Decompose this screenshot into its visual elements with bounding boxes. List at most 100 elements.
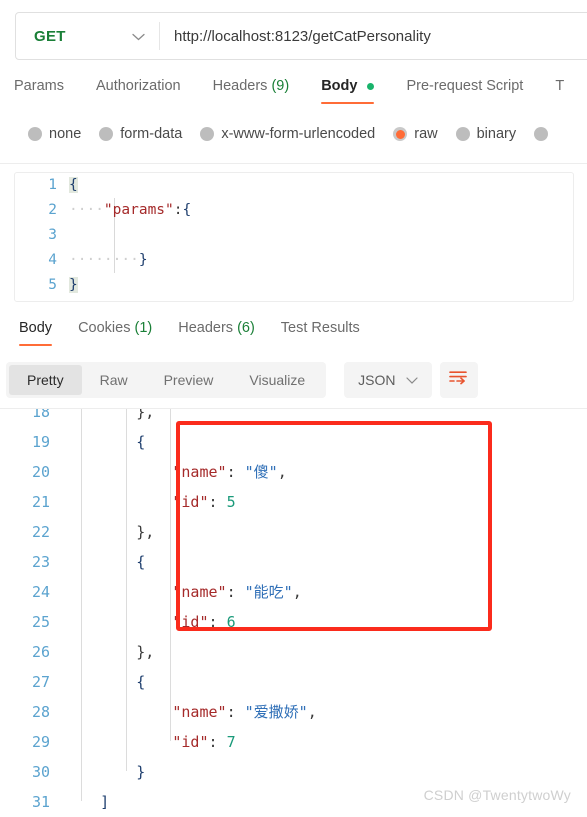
response-code-line-text: {: [64, 432, 146, 451]
method-label: GET: [34, 27, 66, 45]
divider: [0, 163, 587, 164]
view-mode-visualize[interactable]: Visualize: [231, 365, 323, 395]
response-tab-body[interactable]: Body: [6, 318, 65, 346]
response-tabs: Body Cookies (1) Headers (6) Test Result…: [6, 318, 373, 346]
postman-window: GET Params Authorization Headers (9) Bod…: [0, 0, 587, 817]
response-tab-body-label: Body: [19, 320, 53, 336]
body-type-binary-label: binary: [476, 126, 517, 142]
request-code-line-text: {: [69, 177, 78, 193]
response-tab-test-results[interactable]: Test Results: [268, 318, 373, 346]
body-type-raw[interactable]: raw: [393, 126, 438, 142]
request-code-line-number: 1: [48, 177, 57, 193]
response-language-selector[interactable]: JSON: [344, 362, 432, 398]
body-type-radio-group: none form-data x-www-form-urlencoded raw…: [28, 126, 549, 142]
response-tab-cookies-label: Cookies: [78, 320, 131, 336]
request-body-editor[interactable]: 1{2 ····"params":{3 4 ········} 5}: [14, 172, 574, 302]
radio-icon: [28, 127, 42, 141]
view-mode-raw[interactable]: Raw: [82, 365, 146, 395]
response-code-line-number: 30: [31, 762, 50, 781]
response-code-line-text: "name": "能吃",: [172, 582, 302, 601]
tab-headers[interactable]: Headers (9): [197, 76, 306, 104]
response-code-line-number: 29: [31, 732, 50, 751]
body-type-urlencoded-label: x-www-form-urlencoded: [221, 126, 376, 142]
response-toolbar: Pretty Raw Preview Visualize JSON: [6, 362, 478, 398]
response-code-line-number: 23: [31, 552, 50, 571]
response-body-viewer[interactable]: 18 }, 19 {20 "name": "傻", 21 "id": 5 22 }, 2…: [0, 409, 587, 817]
response-code-line-number: 31: [31, 792, 50, 811]
request-code-row: 2 ····"params":{: [15, 198, 573, 223]
body-type-raw-label: raw: [414, 126, 438, 142]
body-type-form-data[interactable]: form-data: [99, 126, 182, 142]
response-tab-headers-count: (6): [237, 320, 255, 336]
watermark: CSDN @TwentytwoWy: [423, 787, 571, 803]
radio-icon: [99, 127, 114, 141]
url-bar: GET: [15, 12, 587, 60]
request-code-row: 5}: [15, 273, 573, 298]
response-code-line-text: {: [64, 672, 146, 691]
response-code-row: 27 {: [0, 667, 587, 697]
response-code-line-number: 26: [31, 642, 50, 661]
response-code-line-text: "name": "傻",: [172, 462, 287, 481]
response-code-row: 25 "id": 6: [0, 607, 587, 637]
method-selector[interactable]: GET: [16, 13, 159, 59]
response-code-line-number: 20: [31, 462, 50, 481]
view-mode-pretty[interactable]: Pretty: [9, 365, 82, 395]
request-code-row: 1{: [15, 173, 573, 198]
tab-headers-count: (9): [271, 78, 290, 94]
response-code-row: 30 }: [0, 757, 587, 787]
body-modified-dot-icon: [367, 82, 375, 90]
view-mode-preview[interactable]: Preview: [146, 365, 232, 395]
request-code-row: 3: [15, 223, 573, 248]
response-code-line-text: }: [64, 762, 146, 781]
response-code-line-text: "id": 7: [172, 732, 236, 751]
request-code-line-number: 5: [48, 277, 57, 293]
request-tabs: Params Authorization Headers (9) Body Pr…: [14, 76, 580, 104]
response-code-line-text: },: [64, 522, 155, 541]
url-input[interactable]: [160, 26, 587, 46]
tab-body[interactable]: Body: [305, 76, 390, 104]
body-type-graphql[interactable]: [534, 127, 549, 141]
tab-pre-request-script[interactable]: Pre-request Script: [390, 76, 539, 104]
response-code-line-number: 28: [31, 702, 50, 721]
request-code-line-number: 3: [48, 227, 57, 243]
request-code-line-text: ····"params":{: [69, 202, 192, 218]
response-code-row: 23 {: [0, 547, 587, 577]
response-code-row: 24 "name": "能吃",: [0, 577, 587, 607]
request-code-line-text: ········}: [69, 252, 148, 268]
response-code-line-number: 24: [31, 582, 50, 601]
response-code-row: 18 },: [0, 409, 587, 427]
request-code-lines: 1{2 ····"params":{3 4 ········} 5}: [15, 173, 573, 298]
response-code-row: 28 "name": "爱撒娇",: [0, 697, 587, 727]
tab-body-label: Body: [321, 78, 358, 94]
response-code-lines: 18 }, 19 {20 "name": "傻", 21 "id": 5 22 }, 2…: [0, 409, 587, 817]
body-type-binary[interactable]: binary: [455, 126, 517, 142]
response-tab-headers[interactable]: Headers (6): [165, 318, 268, 346]
response-tab-cookies-count: (1): [134, 320, 153, 336]
word-wrap-toggle-button[interactable]: [439, 362, 478, 398]
response-code-row: 26 },: [0, 637, 587, 667]
response-code-line-number: 19: [31, 432, 50, 451]
tab-params-label: Params: [14, 78, 64, 94]
radio-icon: [534, 127, 549, 141]
request-code-row: 4 ········}: [15, 248, 573, 273]
tab-params[interactable]: Params: [14, 76, 80, 104]
response-code-line-text: "name": "爱撒娇",: [172, 702, 317, 721]
response-code-line-text: "id": 5: [172, 492, 236, 511]
response-code-row: 22 },: [0, 517, 587, 547]
response-code-line-number: 18: [31, 409, 50, 421]
tab-authorization[interactable]: Authorization: [80, 76, 197, 104]
body-type-urlencoded[interactable]: x-www-form-urlencoded: [200, 126, 375, 142]
response-code-line-number: 27: [31, 672, 50, 691]
response-language-label: JSON: [358, 372, 396, 388]
tab-tests[interactable]: T: [539, 76, 580, 104]
body-type-form-data-label: form-data: [120, 126, 183, 142]
tab-pre-request-script-label: Pre-request Script: [406, 78, 524, 94]
body-type-none[interactable]: none: [28, 126, 81, 142]
response-code-line-text: "id": 6: [172, 612, 236, 631]
response-code-line-number: 25: [31, 612, 50, 631]
response-view-mode-group: Pretty Raw Preview Visualize: [6, 362, 327, 398]
request-code-line-number: 4: [48, 252, 57, 268]
response-tab-cookies[interactable]: Cookies (1): [65, 318, 165, 346]
tab-headers-label: Headers: [212, 78, 268, 94]
request-code-line-number: 2: [48, 202, 57, 218]
